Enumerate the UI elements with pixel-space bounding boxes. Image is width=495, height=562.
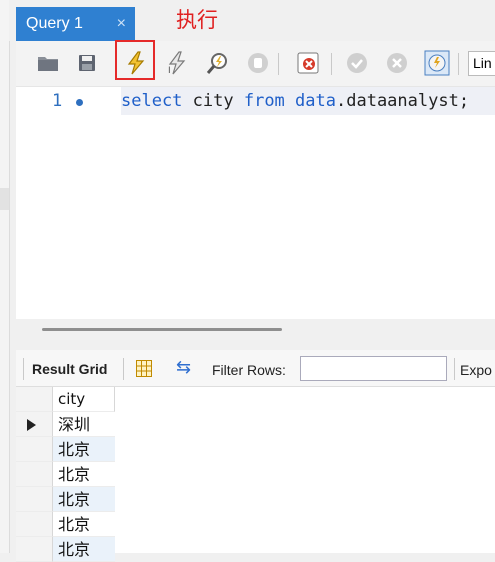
result-grid-tab[interactable]: Result Grid [32, 361, 107, 377]
result-grid[interactable]: city 深圳 北京 北京 北京 北京 北京 [16, 387, 116, 562]
row-header-corner [16, 387, 53, 412]
tab-query-1[interactable]: Query 1 × [16, 7, 135, 41]
execute-highlight-box [115, 40, 155, 80]
sql-editor[interactable]: I Lin 1 select city from data.dataanalys… [16, 40, 495, 319]
keyword-from: from [243, 91, 285, 111]
export-button[interactable]: Expo [460, 362, 492, 378]
table-row[interactable]: 北京 [16, 462, 116, 487]
code-text: .dataanalyst; [336, 91, 470, 111]
filter-rows-input[interactable] [300, 356, 447, 381]
sidebar-collapse-handle[interactable] [0, 188, 9, 210]
table-cell[interactable]: 北京 [53, 437, 115, 462]
annotation-label: 执行 [176, 8, 218, 32]
table-cell[interactable]: 深圳 [53, 412, 115, 437]
toolbar-separator [123, 358, 124, 380]
table-cell[interactable]: 北京 [53, 462, 115, 487]
close-icon[interactable]: × [117, 7, 126, 41]
table-cell[interactable]: 北京 [53, 487, 115, 512]
keyword-select: select [121, 91, 183, 111]
row-selector[interactable] [16, 487, 53, 512]
svg-text:I: I [168, 66, 171, 75]
rollback-icon[interactable] [384, 50, 410, 76]
statement-marker-icon [76, 99, 83, 106]
schema-name: data [295, 91, 336, 111]
table-row[interactable]: 北京 [16, 437, 116, 462]
editor-toolbar: I Lin [16, 40, 495, 87]
grid-layout-icon[interactable] [136, 360, 152, 377]
code-line[interactable]: 1 select city from data.dataanalyst; [16, 87, 495, 115]
toolbar-separator [458, 53, 459, 75]
table-cell[interactable]: 北京 [53, 537, 115, 562]
save-icon[interactable] [74, 50, 100, 76]
table-cell[interactable]: 北京 [53, 512, 115, 537]
row-selector[interactable] [16, 462, 53, 487]
toolbar-separator [331, 53, 332, 75]
horizontal-scrollbar[interactable] [42, 328, 282, 331]
row-selector[interactable] [16, 512, 53, 537]
table-row[interactable]: 北京 [16, 512, 116, 537]
autocommit-icon[interactable] [424, 50, 450, 76]
tab-strip: Query 1 × 执行 [9, 0, 495, 41]
tab-title: Query 1 [26, 15, 83, 32]
execute-current-icon[interactable]: I [164, 50, 190, 76]
column-header-city[interactable]: city [53, 387, 115, 412]
filter-rows-label: Filter Rows: [212, 362, 286, 378]
header-row: city [16, 387, 116, 412]
code-text: city [182, 91, 244, 111]
current-row-icon [27, 419, 36, 431]
table-row[interactable]: 北京 [16, 487, 116, 512]
left-sidebar-edge [0, 0, 10, 553]
row-selector[interactable] [16, 412, 53, 437]
explain-icon[interactable] [205, 50, 231, 76]
sql-statement[interactable]: select city from data.dataanalyst; [121, 91, 469, 111]
folder-icon[interactable] [35, 50, 61, 76]
refresh-icon[interactable]: ⇆ [176, 357, 191, 378]
table-row[interactable]: 深圳 [16, 412, 116, 437]
results-panel: Result Grid ⇆ Filter Rows: Expo city 深圳 … [16, 350, 495, 562]
row-selector[interactable] [16, 437, 53, 462]
limit-rows-select[interactable]: Lin [468, 51, 495, 76]
stop-icon[interactable] [245, 50, 271, 76]
toolbar-separator [23, 358, 24, 380]
toggle-error-icon[interactable] [295, 50, 321, 76]
toolbar-separator [278, 53, 279, 75]
table-row[interactable]: 北京 [16, 537, 116, 562]
row-selector[interactable] [16, 537, 53, 562]
toolbar-separator [454, 358, 455, 380]
results-toolbar: Result Grid ⇆ Filter Rows: Expo [16, 350, 495, 387]
line-number: 1 [52, 91, 63, 111]
commit-icon[interactable] [344, 50, 370, 76]
